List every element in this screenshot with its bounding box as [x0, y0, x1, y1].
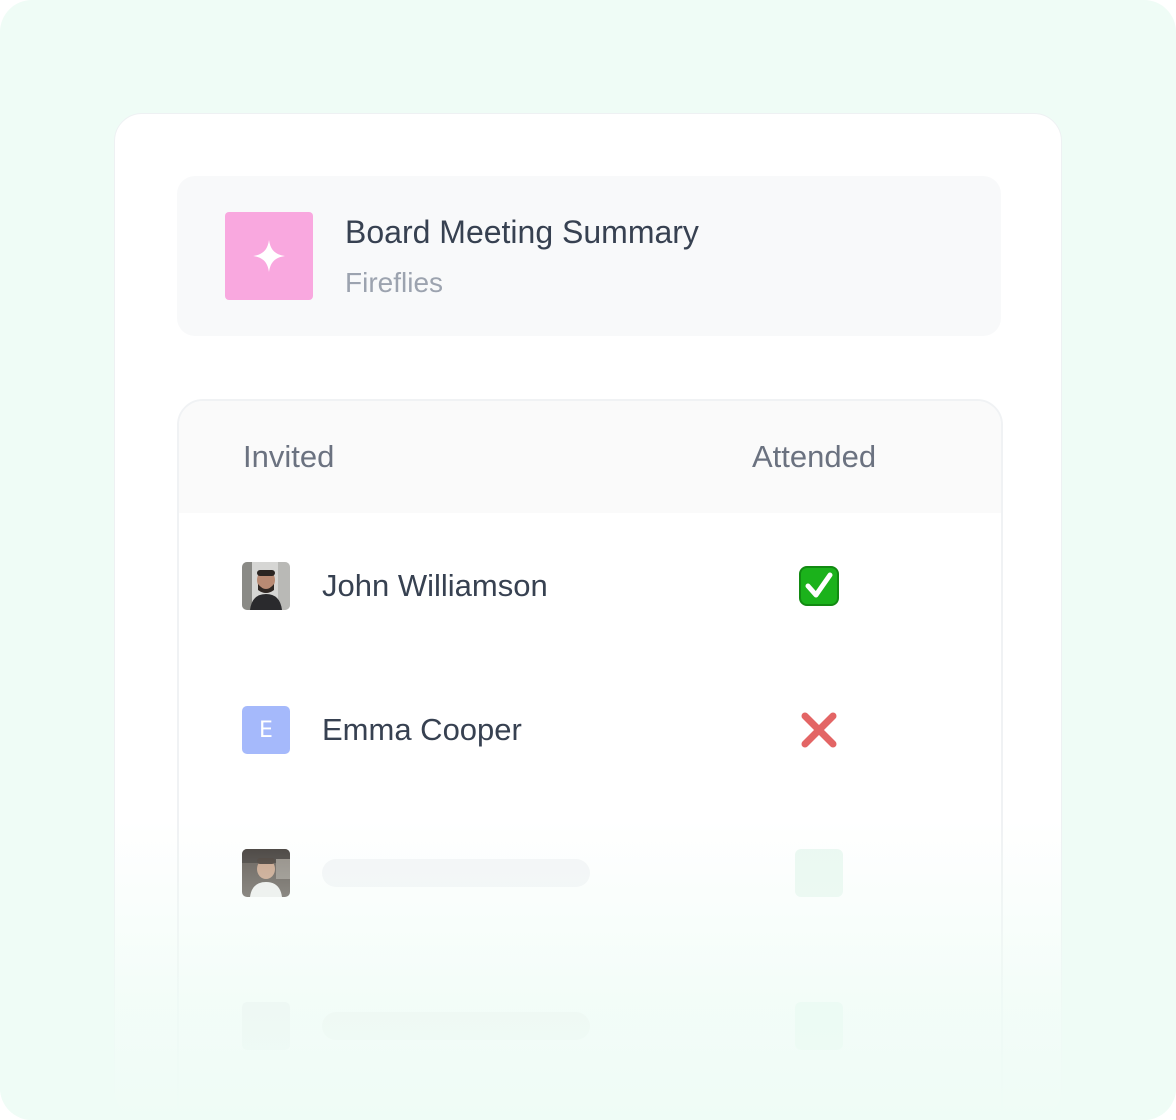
table-row-placeholder	[179, 976, 1001, 1076]
status-placeholder	[795, 849, 843, 897]
meeting-card: Board Meeting Summary Fireflies Invited …	[114, 113, 1062, 1120]
table-row[interactable]: John Williamson	[179, 536, 1001, 636]
status-placeholder	[795, 1002, 843, 1050]
meeting-title: Board Meeting Summary	[345, 214, 699, 250]
cross-mark-icon	[799, 710, 839, 750]
table-row-placeholder	[179, 823, 1001, 923]
attendee-name: John Williamson	[322, 568, 548, 603]
name-placeholder	[322, 1012, 590, 1040]
table-header: Invited Attended	[179, 401, 1001, 513]
background-frame: Board Meeting Summary Fireflies Invited …	[0, 0, 1176, 1120]
attendee-name: Emma Cooper	[322, 712, 522, 747]
meeting-header[interactable]: Board Meeting Summary Fireflies	[177, 176, 1001, 336]
check-mark-icon	[799, 566, 839, 606]
sparkle-icon	[225, 212, 313, 300]
avatar-placeholder	[242, 1002, 290, 1050]
table-row[interactable]: E Emma Cooper	[179, 680, 1001, 780]
avatar	[242, 849, 290, 897]
avatar: E	[242, 706, 290, 754]
column-header-invited: Invited	[243, 439, 335, 474]
avatar	[242, 562, 290, 610]
meeting-source: Fireflies	[345, 267, 444, 298]
column-header-attended: Attended	[752, 439, 877, 474]
attendance-table: Invited Attended John Williamson E Emma …	[177, 399, 1003, 1119]
name-placeholder	[322, 859, 590, 887]
